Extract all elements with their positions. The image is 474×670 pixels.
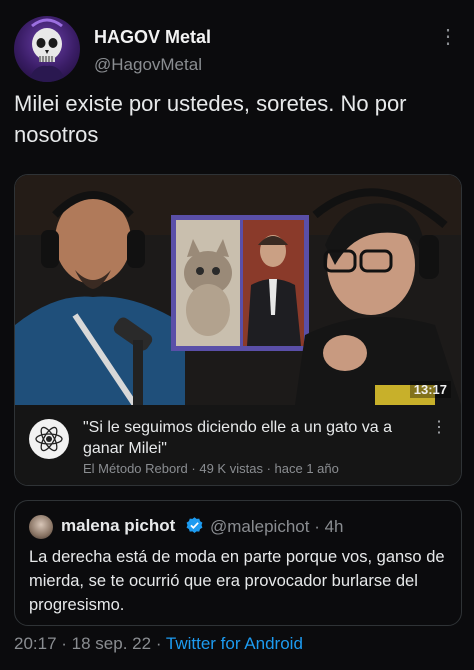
video-meta: "Si le seguimos diciendo elle a un gato … [15,405,461,485]
tweet-time: 20:17 [14,634,57,653]
quoted-tweet-text: La derecha está de moda en parte porque … [29,548,445,614]
tweet-footer: 20:17 · 18 sep. 22 · Twitter for Android [14,634,303,654]
separator-dot: · [314,517,325,536]
quoted-tweet[interactable]: malena pichot @malepichot · 4h La derech… [14,500,462,626]
video-duration: 13:17 [409,381,451,398]
more-vertical-icon[interactable]: ⋮ [438,24,458,49]
tweet-source-link[interactable]: Twitter for Android [166,634,303,653]
video-channel[interactable]: El Método Rebord [83,461,188,476]
youtube-video-card[interactable]: 13:17 "Si le seguimos diciendo elle a un… [14,174,462,486]
video-thumbnail[interactable]: 13:17 [15,175,461,405]
tweet-text: Milei existe por ustedes, soretes. No po… [14,91,407,147]
separator-dot: · [266,461,275,476]
quoted-time: 4h [324,517,344,536]
separator-dot: · [155,634,166,653]
video-title[interactable]: "Si le seguimos diciendo elle a un gato … [83,417,413,459]
verified-badge-icon [186,517,203,534]
quoted-author-handle[interactable]: @malepichot [210,517,309,536]
video-subtitle: El Método Rebord · 49 K vistas · hace 1 … [83,461,339,476]
video-views: 49 K vistas [199,461,263,476]
quoted-author-avatar[interactable] [29,515,53,539]
quoted-handle-time: @malepichot · 4h [210,517,344,537]
video-thumbnail-image [15,175,461,405]
separator-dot: · [61,634,72,653]
card-more-icon[interactable]: ⋮ [431,417,447,437]
skull-avatar-icon [28,18,66,82]
author-name[interactable]: HAGOV Metal [94,27,211,48]
author-handle[interactable]: @HagovMetal [94,55,202,75]
video-age: hace 1 año [274,461,339,476]
tweet-header: HAGOV Metal @HagovMetal ⋮ [14,16,460,82]
tweet-date: 18 sep. 22 [71,634,152,653]
atom-logo-icon[interactable] [29,419,69,459]
quoted-author-name[interactable]: malena pichot [61,516,175,536]
author-avatar[interactable] [14,16,80,82]
